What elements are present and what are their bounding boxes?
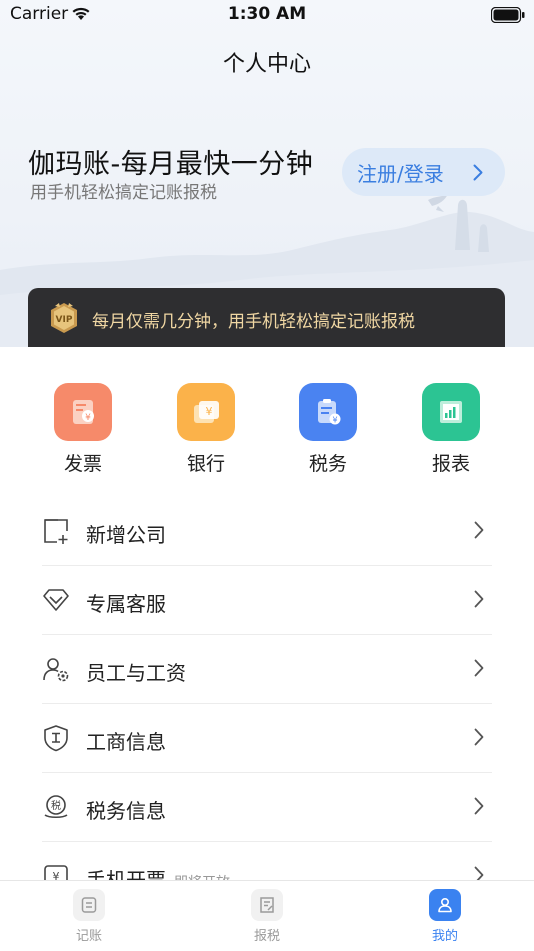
register-login-label: 注册/登录: [357, 161, 444, 186]
staff-gear-icon: [43, 658, 69, 682]
tab-bookkeeping-label: 记账: [75, 929, 102, 944]
menu-item-business-info[interactable]: 工商信息: [42, 704, 492, 773]
menu-item-label: 员工与工资: [86, 661, 186, 685]
tax-seal-icon: 税: [44, 795, 68, 819]
tab-tax-filing-label: 报税: [253, 929, 280, 944]
hero-section: Carrier 1:30 AM 个人中心 伽玛账-每月最快一分钟 用手机轻松搞定…: [0, 0, 534, 350]
clock: 1:30 AM: [227, 4, 307, 24]
shortcut-tax-label: 税务: [308, 453, 347, 475]
shortcut-bank[interactable]: ¥ 银行: [166, 383, 246, 476]
menu-item-customer-service[interactable]: 专属客服: [42, 566, 492, 635]
menu-item-staff-salary[interactable]: 员工与工资: [42, 635, 492, 704]
chevron-right-icon: [474, 521, 484, 539]
shortcut-invoice[interactable]: ¥ 发票: [43, 383, 123, 476]
vip-badge-icon: VIP: [51, 303, 77, 333]
tab-bookkeeping[interactable]: 记账: [49, 889, 129, 944]
battery-icon: [491, 7, 525, 23]
svg-text:¥: ¥: [85, 413, 91, 423]
tab-mine-label: 我的: [431, 929, 458, 944]
chevron-right-icon: [474, 590, 484, 608]
menu-item-label: 专属客服: [86, 592, 166, 616]
register-login-button[interactable]: 注册/登录: [342, 148, 505, 196]
status-bar: Carrier 1:30 AM: [0, 0, 534, 30]
menu-item-label: 税务信息: [86, 799, 166, 823]
shortcut-tax[interactable]: ¥ 税务: [288, 383, 368, 476]
menu-item-label: 工商信息: [86, 730, 166, 754]
add-company-icon: [44, 519, 68, 544]
shortcut-report[interactable]: 报表: [411, 383, 491, 476]
tax-icon: ¥: [299, 383, 357, 441]
content-card: ¥ 发票 ¥ 银行 ¥ 税务 报表 新增公司 专属客服 员工与工资 工商信息 税…: [0, 347, 534, 892]
diamond-icon: [43, 589, 69, 611]
menu-item-tax-info[interactable]: 税 税务信息: [42, 773, 492, 842]
user-icon: [429, 889, 461, 921]
chevron-right-icon: [473, 164, 483, 181]
svg-text:税: 税: [51, 799, 61, 812]
svg-text:VIP: VIP: [56, 315, 73, 325]
menu-item-add-company[interactable]: 新增公司: [42, 497, 492, 566]
tab-bar: 记账 报税 我的: [0, 880, 534, 951]
invoice-icon: ¥: [54, 383, 112, 441]
menu-item-label: 新增公司: [86, 523, 166, 547]
hero-title: 伽玛账-每月最快一分钟: [28, 149, 314, 180]
svg-text:¥: ¥: [332, 416, 337, 425]
chevron-right-icon: [474, 728, 484, 746]
bank-icon: ¥: [177, 383, 235, 441]
chevron-right-icon: [474, 797, 484, 815]
chevron-right-icon: [474, 659, 484, 677]
shield-icon: [44, 725, 68, 752]
tab-mine[interactable]: 我的: [405, 889, 485, 944]
tax-report-icon: [251, 889, 283, 921]
page-title: 个人中心: [222, 52, 311, 77]
vip-banner[interactable]: VIP 每月仅需几分钟，用手机轻松搞定记账报税: [28, 288, 505, 350]
tab-tax-filing[interactable]: 报税: [227, 889, 307, 944]
shortcut-report-label: 报表: [431, 453, 470, 475]
ledger-icon: [73, 889, 105, 921]
hero-subtitle: 用手机轻松搞定记账报税: [30, 183, 217, 203]
vip-banner-text: 每月仅需几分钟，用手机轻松搞定记账报税: [92, 312, 415, 332]
settings-menu: 新增公司 专属客服 员工与工资 工商信息 税 税务信息 ¥: [42, 497, 492, 910]
report-icon: [422, 383, 480, 441]
shortcut-bank-label: 银行: [186, 453, 225, 475]
svg-text:¥: ¥: [206, 405, 213, 418]
shortcut-invoice-label: 发票: [63, 453, 102, 475]
